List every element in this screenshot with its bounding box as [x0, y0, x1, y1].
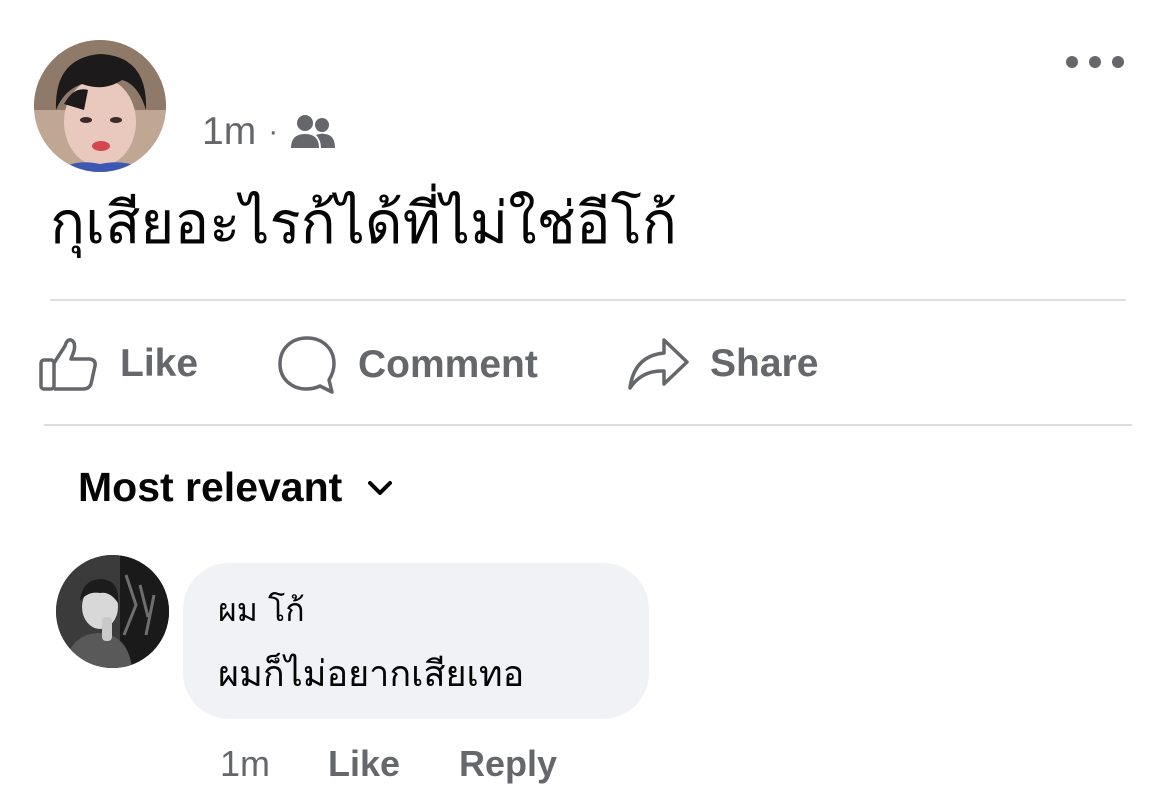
comment-timestamp[interactable]: 1m — [220, 740, 270, 788]
post-meta: 1m · — [202, 108, 336, 156]
post-author-avatar[interactable] — [34, 40, 166, 172]
like-label: Like — [120, 342, 199, 385]
comment-icon — [278, 336, 336, 394]
post-text: กุเสียอะไรก้ได้ที่ไม่ใช่อีโก้ — [50, 189, 678, 257]
sort-label: Most relevant — [78, 464, 343, 510]
comment-reply-button[interactable]: Reply — [459, 740, 557, 788]
chevron-down-icon — [368, 480, 393, 495]
dot-icon — [1089, 56, 1101, 68]
share-button[interactable]: Share — [626, 336, 818, 392]
commenter-avatar[interactable] — [56, 555, 169, 668]
thumbs-up-icon — [39, 338, 97, 391]
dot-icon — [1066, 56, 1078, 68]
comment-sort-dropdown[interactable]: Most relevant — [78, 464, 394, 511]
comment-button[interactable]: Comment — [276, 334, 538, 396]
share-icon — [628, 338, 689, 390]
post-timestamp[interactable]: 1m — [202, 110, 256, 154]
divider — [50, 299, 1126, 301]
share-label: Share — [710, 342, 819, 385]
comment-author-name[interactable]: ผม โก้ — [218, 585, 305, 635]
more-options-icon[interactable] — [1066, 50, 1124, 74]
friends-icon[interactable] — [290, 112, 336, 152]
comment-text: ผมก็ไม่อยากเสียเทอ — [218, 654, 525, 695]
avatar-photo — [34, 40, 166, 172]
meta-separator: · — [268, 115, 279, 148]
comment-label: Comment — [358, 343, 538, 386]
divider — [44, 424, 1132, 426]
comment-like-button[interactable]: Like — [328, 740, 400, 788]
avatar-photo — [56, 555, 169, 668]
like-button[interactable]: Like — [38, 336, 198, 392]
dot-icon — [1112, 56, 1124, 68]
